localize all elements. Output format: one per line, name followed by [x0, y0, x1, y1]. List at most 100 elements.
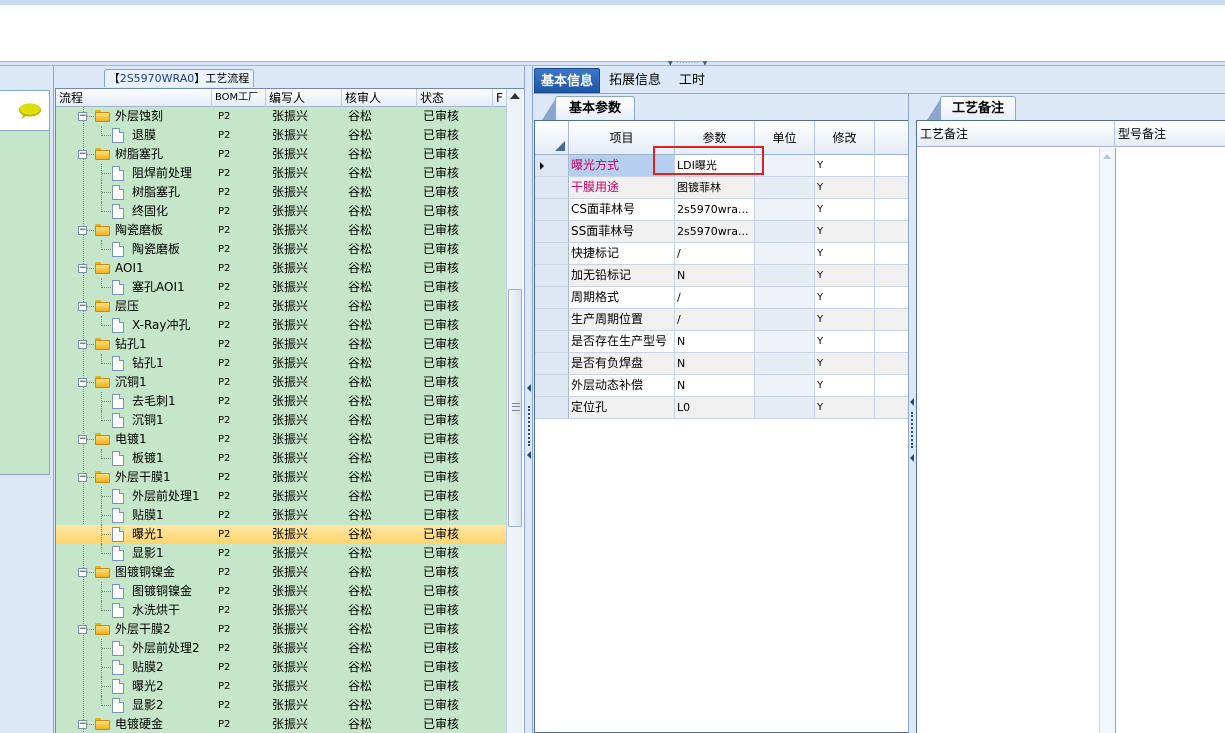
collapse-toggle-icon[interactable]: −	[78, 340, 87, 349]
scroll-up-arrow-icon[interactable]	[510, 93, 520, 99]
collapse-toggle-icon[interactable]: −	[78, 435, 87, 444]
row-indicator[interactable]	[535, 287, 569, 309]
param-unit-cell[interactable]	[755, 287, 815, 309]
collapse-toggle-icon[interactable]: −	[78, 625, 87, 634]
collapse-toggle-icon[interactable]: −	[78, 150, 87, 159]
param-row[interactable]: 是否存在生产型号 N Y	[535, 331, 909, 353]
row-indicator[interactable]	[535, 221, 569, 243]
param-unit-cell[interactable]	[755, 199, 815, 221]
param-modify-cell[interactable]: Y	[815, 375, 875, 397]
row-indicator[interactable]	[535, 375, 569, 397]
row-indicator[interactable]	[535, 199, 569, 221]
tree-row[interactable]: 外层前处理2 P2 张振兴 谷松 已审核	[56, 639, 506, 658]
param-row[interactable]: 外层动态补偿 N Y	[535, 375, 909, 397]
param-value-cell[interactable]: N	[675, 331, 755, 353]
tree-row[interactable]: 显影1 P2 张振兴 谷松 已审核	[56, 544, 506, 563]
col-header-modify[interactable]: 修改	[815, 121, 875, 155]
param-row[interactable]: 快捷标记 / Y	[535, 243, 909, 265]
col-header-reviewer[interactable]: 核审人	[342, 89, 417, 107]
tree-row[interactable]: − 电镀1 P2 张振兴 谷松 已审核	[56, 430, 506, 449]
col-header-status[interactable]: 状态	[417, 89, 493, 107]
vertical-splitter[interactable]	[524, 66, 533, 733]
param-value-cell[interactable]: /	[675, 243, 755, 265]
tree-row[interactable]: − 外层干膜1 P2 张振兴 谷松 已审核	[56, 468, 506, 487]
param-item-cell[interactable]: 定位孔	[569, 397, 675, 419]
tree-row[interactable]: 去毛刺1 P2 张振兴 谷松 已审核	[56, 392, 506, 411]
param-modify-cell[interactable]: Y	[815, 155, 875, 177]
tree-row[interactable]: 终固化 P2 张振兴 谷松 已审核	[56, 202, 506, 221]
tree-row[interactable]: 树脂塞孔 P2 张振兴 谷松 已审核	[56, 183, 506, 202]
param-unit-cell[interactable]	[755, 265, 815, 287]
param-unit-cell[interactable]	[755, 243, 815, 265]
tree-row[interactable]: 板镀1 P2 张振兴 谷松 已审核	[56, 449, 506, 468]
param-row[interactable]: 周期格式 / Y	[535, 287, 909, 309]
param-unit-cell[interactable]	[755, 155, 815, 177]
col-header-flow[interactable]: 流程	[56, 89, 212, 107]
tree-row[interactable]: − 电镀硬金 P2 张振兴 谷松 已审核	[56, 715, 506, 733]
tree-row[interactable]: − AOI1 P2 张振兴 谷松 已审核	[56, 259, 506, 278]
tree-row[interactable]: − 外层蚀刻 P2 张振兴 谷松 已审核	[56, 107, 506, 126]
param-value-cell[interactable]: N	[675, 265, 755, 287]
param-value-cell[interactable]: /	[675, 309, 755, 331]
collapse-toggle-icon[interactable]: −	[78, 568, 87, 577]
tab-extended-info[interactable]: 拓展信息	[603, 68, 667, 93]
row-indicator[interactable]	[535, 177, 569, 199]
param-item-cell[interactable]: 是否存在生产型号	[569, 331, 675, 353]
row-indicator[interactable]	[535, 309, 569, 331]
tree-row[interactable]: − 树脂塞孔 P2 张振兴 谷松 已审核	[56, 145, 506, 164]
tree-row[interactable]: 水洗烘干 P2 张振兴 谷松 已审核	[56, 601, 506, 620]
row-indicator[interactable]	[535, 243, 569, 265]
process-note-textarea[interactable]	[917, 148, 1099, 733]
row-indicator[interactable]	[535, 155, 569, 177]
tree-row[interactable]: − 外层干膜2 P2 张振兴 谷松 已审核	[56, 620, 506, 639]
param-row[interactable]: 是否有负焊盘 N Y	[535, 353, 909, 375]
tree-row[interactable]: 钻孔1 P2 张振兴 谷松 已审核	[56, 354, 506, 373]
param-modify-cell[interactable]: Y	[815, 397, 875, 419]
param-item-cell[interactable]: 干膜用途	[569, 177, 675, 199]
collapse-left-arrow-icon[interactable]	[910, 454, 914, 462]
col-header-bom[interactable]: BOM工厂	[212, 89, 266, 107]
param-value-cell[interactable]: 图镀菲林	[675, 177, 755, 199]
tree-row[interactable]: − 图镀铜镍金 P2 张振兴 谷松 已审核	[56, 563, 506, 582]
tree-row[interactable]: 贴膜2 P2 张振兴 谷松 已审核	[56, 658, 506, 677]
collapse-left-arrow-icon[interactable]	[527, 384, 531, 392]
collapse-left-arrow-icon[interactable]	[527, 451, 531, 459]
collapse-toggle-icon[interactable]: −	[78, 112, 87, 121]
row-indicator[interactable]	[535, 353, 569, 375]
row-indicator[interactable]	[535, 331, 569, 353]
param-modify-cell[interactable]: Y	[815, 309, 875, 331]
param-modify-cell[interactable]: Y	[815, 177, 875, 199]
grid-corner[interactable]	[535, 121, 569, 155]
col-header-process-note[interactable]: 工艺备注	[917, 121, 1115, 147]
tree-row[interactable]: 曝光1 P2 张振兴 谷松 已审核	[56, 525, 506, 544]
tree-row[interactable]: 图镀铜镍金 P2 张振兴 谷松 已审核	[56, 582, 506, 601]
param-item-cell[interactable]: 外层动态补偿	[569, 375, 675, 397]
collapse-toggle-icon[interactable]: −	[78, 378, 87, 387]
param-row[interactable]: 加无铅标记 N Y	[535, 265, 909, 287]
param-item-cell[interactable]: CS面菲林号	[569, 199, 675, 221]
param-unit-cell[interactable]	[755, 375, 815, 397]
tree-row[interactable]: 显影2 P2 张振兴 谷松 已审核	[56, 696, 506, 715]
collapse-toggle-icon[interactable]: −	[78, 226, 87, 235]
param-modify-cell[interactable]: Y	[815, 221, 875, 243]
scroll-up-arrow-icon[interactable]	[1103, 154, 1111, 159]
tree-row[interactable]: 外层前处理1 P2 张振兴 谷松 已审核	[56, 487, 506, 506]
tree-row[interactable]: − 层压 P2 张振兴 谷松 已审核	[56, 297, 506, 316]
row-indicator[interactable]	[535, 397, 569, 419]
tree-row[interactable]: − 陶瓷磨板 P2 张振兴 谷松 已审核	[56, 221, 506, 240]
tree-row[interactable]: 塞孔AOI1 P2 张振兴 谷松 已审核	[56, 278, 506, 297]
collapse-toggle-icon[interactable]: −	[78, 473, 87, 482]
collapse-toggle-icon[interactable]: −	[78, 264, 87, 273]
param-modify-cell[interactable]: Y	[815, 353, 875, 375]
param-modify-cell[interactable]: Y	[815, 287, 875, 309]
param-modify-cell[interactable]: Y	[815, 265, 875, 287]
tab-work-hours[interactable]: 工时	[673, 68, 711, 93]
param-modify-cell[interactable]: Y	[815, 331, 875, 353]
collapse-toggle-icon[interactable]: −	[78, 302, 87, 311]
tree-row[interactable]: 退膜 P2 张振兴 谷松 已审核	[56, 126, 506, 145]
param-row[interactable]: 生产周期位置 / Y	[535, 309, 909, 331]
tree-row[interactable]: − 沉铜1 P2 张振兴 谷松 已审核	[56, 373, 506, 392]
param-item-cell[interactable]: 加无铅标记	[569, 265, 675, 287]
param-value-cell[interactable]: N	[675, 375, 755, 397]
param-unit-cell[interactable]	[755, 331, 815, 353]
